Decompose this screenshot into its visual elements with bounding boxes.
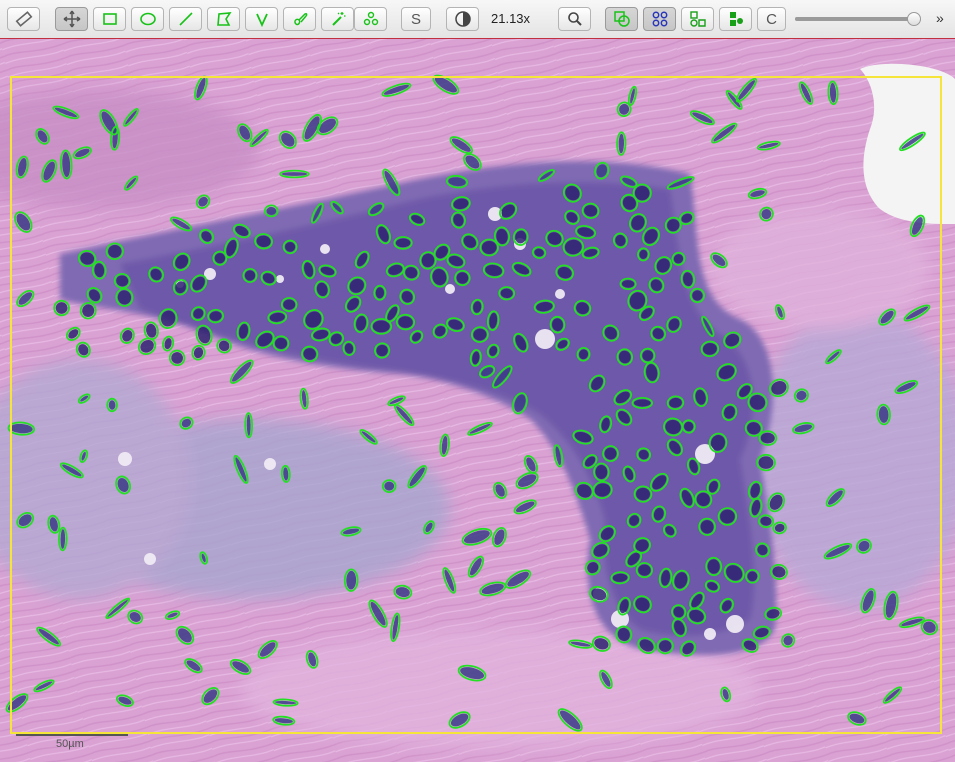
rectangle-icon xyxy=(101,10,119,28)
compare-label: C xyxy=(766,10,777,28)
scale-bar: 50µm xyxy=(8,734,128,750)
slider-thumb[interactable] xyxy=(907,12,921,26)
magic-wand-icon xyxy=(329,10,347,28)
brush-icon xyxy=(291,10,309,28)
opacity-slider[interactable] xyxy=(795,12,929,26)
zoom-level: 21.13x xyxy=(491,11,531,26)
polygon-icon xyxy=(215,10,233,28)
polyline-tool-button[interactable] xyxy=(245,7,278,31)
line-icon xyxy=(177,10,195,28)
more-tools-chevron-icon[interactable]: » xyxy=(936,10,944,26)
ruler-icon xyxy=(15,10,33,28)
cell-nucleus xyxy=(281,172,308,176)
fill-annotations-button[interactable] xyxy=(719,7,752,31)
brush-tool-button[interactable] xyxy=(283,7,316,31)
scale-bar-label: 50µm xyxy=(56,738,84,750)
zoom-button[interactable] xyxy=(558,7,591,31)
tissue-image xyxy=(0,39,955,762)
annotation-list-button[interactable] xyxy=(681,7,714,31)
ellipse-tool-button[interactable] xyxy=(131,7,164,31)
ellipse-icon xyxy=(139,10,157,28)
move-icon xyxy=(63,10,81,28)
filled-shapes-icon xyxy=(727,10,745,28)
ruler-tool-button[interactable] xyxy=(7,7,40,31)
cell-nucleus xyxy=(747,571,758,582)
line-tool-button[interactable] xyxy=(169,7,202,31)
polyline-v-icon xyxy=(253,10,271,28)
cell-nucleus xyxy=(481,241,497,254)
points-icon xyxy=(362,10,380,28)
cell-nucleus xyxy=(384,481,395,491)
wand-tool-button[interactable] xyxy=(321,7,354,31)
toolbar: S 21.13x C » xyxy=(0,0,955,39)
slider-fill xyxy=(795,17,914,21)
pan-tool-button[interactable] xyxy=(55,7,88,31)
selection-mode-button[interactable]: S xyxy=(401,7,431,31)
show-annotations-toggle[interactable] xyxy=(605,7,638,31)
overlap-shapes-icon xyxy=(613,10,631,28)
selection-mode-label: S xyxy=(410,10,421,28)
points-tool-button[interactable] xyxy=(354,7,387,31)
compare-button[interactable]: C xyxy=(757,7,786,31)
contrast-button[interactable] xyxy=(446,7,479,31)
shapes-list-icon xyxy=(689,10,707,28)
polygon-tool-button[interactable] xyxy=(207,7,240,31)
scale-bar-line xyxy=(16,734,128,736)
rectangle-tool-button[interactable] xyxy=(93,7,126,31)
cell-detection-toggle[interactable] xyxy=(643,7,676,31)
cell-nucleus xyxy=(634,399,651,407)
slide-viewer[interactable]: 50µm xyxy=(0,38,955,762)
contrast-icon xyxy=(454,10,472,28)
cells-cluster-icon xyxy=(651,10,669,28)
magnifier-icon xyxy=(566,10,584,28)
